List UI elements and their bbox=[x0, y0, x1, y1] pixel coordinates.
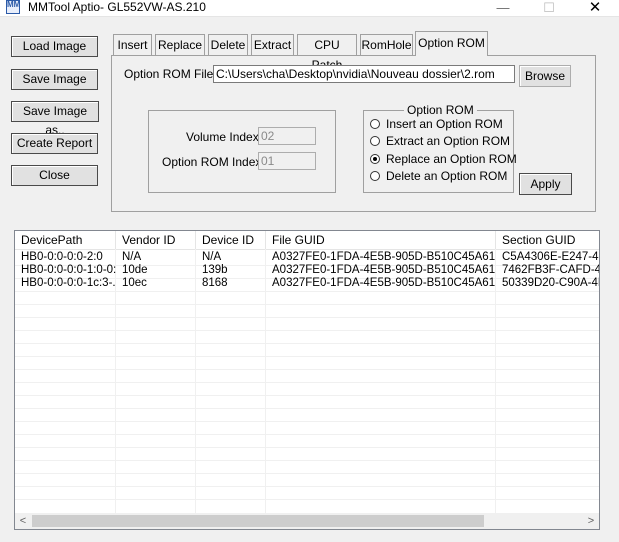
radio-label: Replace an Option ROM bbox=[386, 152, 517, 166]
close-window-button[interactable]: ✕ bbox=[572, 0, 618, 16]
table-cell: 10ec bbox=[122, 277, 147, 289]
scroll-right-icon[interactable]: > bbox=[583, 513, 599, 529]
grid-line bbox=[15, 369, 599, 370]
save-image-button[interactable]: Save Image bbox=[11, 69, 98, 90]
tab-cpu-patch[interactable]: CPU Patch bbox=[297, 34, 357, 72]
table-cell: 8168 bbox=[202, 277, 228, 289]
tab-option-rom[interactable]: Option ROM bbox=[415, 31, 488, 56]
grid-line bbox=[15, 382, 599, 383]
create-report-button[interactable]: Create Report bbox=[11, 133, 98, 154]
option-rom-group-title: Option ROM bbox=[404, 104, 477, 116]
load-image-button[interactable]: Load Image bbox=[11, 36, 98, 57]
table-cell: N/A bbox=[202, 251, 222, 263]
radio-insert-option-rom[interactable]: Insert an Option ROM bbox=[370, 118, 503, 131]
table-cell: A0327FE0-1FDA-4E5B-905D-B510C45A61D0 bbox=[272, 264, 496, 276]
option-rom-index-field: 01 bbox=[258, 152, 316, 170]
table-row[interactable]: HB0-0:0-0:0-1c:3-... 10ec 8168 A0327FE0-1FD… bbox=[15, 277, 599, 290]
maximize-button[interactable]: ☐ bbox=[526, 0, 572, 16]
table-row[interactable]: HB0-0:0-0:0-1:0-0:0 10de 139b A0327FE0-1FDA… bbox=[15, 264, 599, 277]
grid-line bbox=[15, 317, 599, 318]
grid-line bbox=[15, 447, 599, 448]
title-bar: MM MMTool Aptio- GL552VW-AS.210 — ☐ ✕ bbox=[0, 0, 619, 17]
radio-icon bbox=[370, 136, 380, 146]
table-cell: A0327FE0-1FDA-4E5B-905D-B510C45A61D0 bbox=[272, 277, 496, 289]
column-header-devicepath[interactable]: DevicePath bbox=[15, 231, 116, 249]
grid-line bbox=[15, 356, 599, 357]
tab-insert[interactable]: Insert bbox=[113, 34, 152, 55]
grid-line bbox=[15, 330, 599, 331]
radio-label: Extract an Option ROM bbox=[386, 134, 511, 148]
tab-extract[interactable]: Extract bbox=[251, 34, 294, 55]
grid-line bbox=[15, 304, 599, 305]
radio-extract-option-rom[interactable]: Extract an Option ROM bbox=[370, 135, 510, 148]
radio-icon bbox=[370, 171, 380, 181]
radio-selected-icon bbox=[370, 154, 380, 164]
apply-button[interactable]: Apply bbox=[519, 173, 572, 195]
table-cell: A0327FE0-1FDA-4E5B-905D-B510C45A61D0 bbox=[272, 251, 496, 263]
radio-label: Insert an Option ROM bbox=[386, 117, 503, 131]
table-cell: 139b bbox=[202, 264, 228, 276]
option-rom-file-input[interactable]: C:\Users\cha\Desktop\nvidia\Nouveau doss… bbox=[213, 65, 515, 83]
column-header-file-guid[interactable]: File GUID bbox=[266, 231, 496, 249]
tab-replace[interactable]: Replace bbox=[155, 34, 205, 55]
browse-button[interactable]: Browse bbox=[519, 65, 571, 87]
table-row[interactable]: HB0-0:0-0:0-2:0 N/A N/A A0327FE0-1FDA-4E5B-… bbox=[15, 251, 599, 264]
minimize-button[interactable]: — bbox=[480, 0, 526, 16]
close-button[interactable]: Close bbox=[11, 165, 98, 186]
grid-line bbox=[15, 434, 599, 435]
radio-label: Delete an Option ROM bbox=[386, 169, 508, 183]
grid-line bbox=[15, 421, 599, 422]
app-icon-text: MM bbox=[7, 0, 21, 9]
radio-icon bbox=[370, 119, 380, 129]
grid-line bbox=[15, 343, 599, 344]
table-header: DevicePath Vendor ID Device ID File GUID… bbox=[15, 231, 599, 250]
option-rom-table[interactable]: DevicePath Vendor ID Device ID File GUID… bbox=[14, 230, 600, 530]
table-cell: 7462FB3F-CAFD-409 bbox=[502, 264, 599, 276]
column-header-vendor-id[interactable]: Vendor ID bbox=[116, 231, 196, 249]
table-cell: HB0-0:0-0:0-1c:3-... bbox=[21, 277, 116, 289]
radio-delete-option-rom[interactable]: Delete an Option ROM bbox=[370, 170, 507, 183]
volume-index-field: 02 bbox=[258, 127, 316, 145]
grid-line bbox=[15, 486, 599, 487]
column-header-section-guid[interactable]: Section GUID bbox=[496, 231, 599, 249]
grid-line bbox=[15, 291, 599, 292]
volume-index-label: Volume Index bbox=[186, 130, 259, 144]
tab-delete[interactable]: Delete bbox=[208, 34, 248, 55]
grid-line bbox=[15, 499, 599, 500]
grid-line bbox=[15, 408, 599, 409]
grid-line bbox=[15, 460, 599, 461]
tab-romhole[interactable]: RomHole bbox=[360, 34, 413, 55]
table-cell: HB0-0:0-0:0-1:0-0:0 bbox=[21, 264, 116, 276]
save-image-as-button[interactable]: Save Image as.. bbox=[11, 101, 99, 137]
table-cell: N/A bbox=[122, 251, 142, 263]
table-cell: C5A4306E-E247-4EC bbox=[502, 251, 599, 263]
scroll-left-icon[interactable]: < bbox=[15, 513, 31, 529]
option-rom-file-label: Option ROM File bbox=[124, 67, 214, 81]
table-cell: 50339D20-C90A-4BE bbox=[502, 277, 599, 289]
app-icon: MM bbox=[6, 0, 20, 14]
column-header-device-id[interactable]: Device ID bbox=[196, 231, 266, 249]
table-cell: HB0-0:0-0:0-2:0 bbox=[21, 251, 103, 263]
scroll-thumb[interactable] bbox=[32, 515, 484, 527]
table-cell: 10de bbox=[122, 264, 148, 276]
grid-line bbox=[15, 395, 599, 396]
grid-line bbox=[15, 473, 599, 474]
horizontal-scrollbar[interactable]: < > bbox=[15, 513, 599, 529]
option-rom-index-label: Option ROM Index bbox=[162, 155, 262, 169]
radio-replace-option-rom[interactable]: Replace an Option ROM bbox=[370, 153, 517, 166]
window-title: MMTool Aptio- GL552VW-AS.210 bbox=[28, 0, 206, 14]
